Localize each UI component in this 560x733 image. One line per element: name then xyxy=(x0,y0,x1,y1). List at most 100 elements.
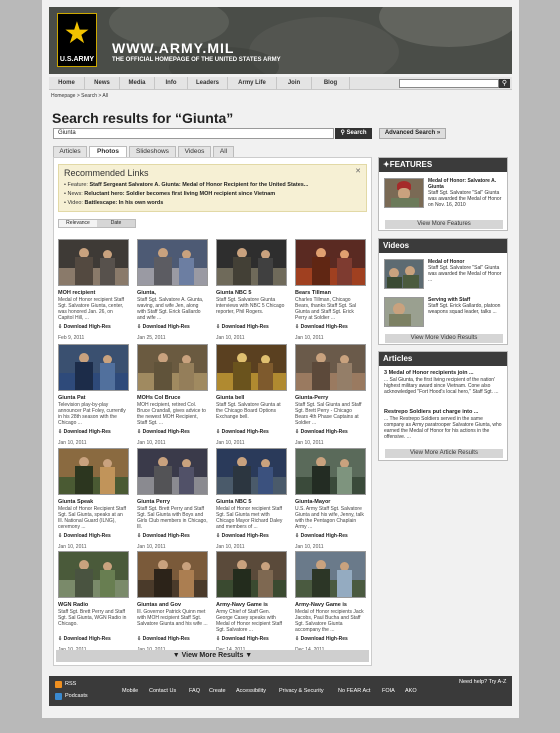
download-link[interactable]: ⇩ Download High-Res xyxy=(58,636,129,642)
download-link[interactable]: ⇩ Download High-Res xyxy=(137,636,208,642)
nav-army-life[interactable]: Army Life xyxy=(228,77,277,90)
photo-thumbnail[interactable] xyxy=(295,239,366,286)
army-logo[interactable]: ★ U.S.ARMY xyxy=(57,13,97,67)
photo-title[interactable]: Giunta NBC 5 xyxy=(216,499,287,506)
photo-title[interactable]: Giunta bell xyxy=(216,395,287,402)
download-link[interactable]: ⇩ Download High-Res xyxy=(216,636,287,642)
photo-title[interactable]: Army-Navy Game is xyxy=(216,602,287,609)
search-icon[interactable]: ⚲ xyxy=(499,79,510,88)
footer-link-create[interactable]: Create xyxy=(209,688,226,694)
download-link[interactable]: ⇩ Download High-Res xyxy=(137,324,208,330)
photo-title[interactable]: Giunta-Mayor xyxy=(295,499,366,506)
photo-thumbnail[interactable] xyxy=(58,239,129,286)
tab-all[interactable]: All xyxy=(213,146,234,157)
nav-blog[interactable]: Blog xyxy=(312,77,350,90)
photo-thumbnail[interactable] xyxy=(216,551,287,598)
photo-result: Giunta bell Staff Sgt. Salvatore Giunta a… xyxy=(216,344,287,446)
rss-link[interactable]: RSS xyxy=(65,681,76,687)
view-more-results-button[interactable]: ▼ View More Results ▼ xyxy=(56,650,369,662)
download-link[interactable]: ⇩ Download High-Res xyxy=(295,533,366,539)
rss-icon[interactable] xyxy=(55,681,62,688)
photo-thumbnail[interactable] xyxy=(216,448,287,495)
search-button[interactable]: ⚲ Search xyxy=(335,128,372,139)
download-link[interactable]: ⇩ Download High-Res xyxy=(295,324,366,330)
photo-thumbnail[interactable] xyxy=(58,344,129,391)
download-link[interactable]: ⇩ Download High-Res xyxy=(137,533,208,539)
photo-thumbnail[interactable] xyxy=(137,239,208,286)
photo-title[interactable]: Army-Navy Game is xyxy=(295,602,366,609)
nav-info[interactable]: Info xyxy=(155,77,188,90)
footer-link-privacy[interactable]: Privacy & Security xyxy=(279,688,324,694)
close-icon[interactable]: ✕ xyxy=(355,167,361,175)
download-link[interactable]: ⇩ Download High-Res xyxy=(295,636,366,642)
footer-link-faq[interactable]: FAQ xyxy=(189,688,200,694)
download-link[interactable]: ⇩ Download High-Res xyxy=(216,533,287,539)
view-more-features-button[interactable]: View More Features xyxy=(385,220,503,229)
download-link[interactable]: ⇩ Download High-Res xyxy=(137,429,208,435)
nav-leaders[interactable]: Leaders xyxy=(188,77,228,90)
photo-title[interactable]: Bears Tillman xyxy=(295,290,366,297)
photo-thumbnail[interactable] xyxy=(58,551,129,598)
tab-videos[interactable]: Videos xyxy=(178,146,211,157)
photo-thumbnail[interactable] xyxy=(295,448,366,495)
help-link[interactable]: Need help? Try A-Z xyxy=(459,679,506,685)
photo-title[interactable]: MOH recipient xyxy=(58,290,129,297)
tab-articles[interactable]: Articles xyxy=(53,146,87,157)
photo-title[interactable]: Giuntas and Gov xyxy=(137,602,208,609)
site-url-title[interactable]: WWW.ARMY.MIL xyxy=(112,40,234,56)
nav-home[interactable]: Home xyxy=(49,77,85,90)
photo-title[interactable]: Giunta NBC 5 xyxy=(216,290,287,297)
advanced-search-button[interactable]: Advanced Search » xyxy=(379,128,446,139)
nav-media[interactable]: Media xyxy=(120,77,155,90)
footer-link-accessibility[interactable]: Accessibility xyxy=(236,688,266,694)
photo-thumbnail[interactable] xyxy=(216,344,287,391)
recommended-link[interactable]: • News: Reluctant hero: Soldier becomes … xyxy=(64,190,361,199)
footer-link-ako[interactable]: AKO xyxy=(405,688,417,694)
photo-thumbnail[interactable] xyxy=(216,239,287,286)
footer-link-foia[interactable]: FOIA xyxy=(382,688,395,694)
photo-description: Staff Sgt. Sal Giunta and Staff Sgt. Bre… xyxy=(295,402,362,426)
download-link[interactable]: ⇩ Download High-Res xyxy=(216,324,287,330)
tab-slideshows[interactable]: Slideshows xyxy=(129,146,176,157)
photo-title[interactable]: Giunta-Perry xyxy=(295,395,366,402)
download-link[interactable]: ⇩ Download High-Res xyxy=(216,429,287,435)
photo-description: Medal of Honor recipient Staff Sgt. Sal … xyxy=(216,506,283,530)
view-more-videos-button[interactable]: View More Video Results xyxy=(385,334,503,343)
photo-thumbnail[interactable] xyxy=(137,551,208,598)
sort-date[interactable]: Date xyxy=(97,220,135,227)
footer-link-contact[interactable]: Contact Us xyxy=(149,688,176,694)
features-panel: ✦FEATURES Medal of Honor: Salvatore A. G… xyxy=(378,157,508,231)
breadcrumb[interactable]: Homepage > Search > All xyxy=(51,93,108,99)
photo-title[interactable]: MOHs Col Bruce xyxy=(137,395,208,402)
photo-title[interactable]: Giunta Pat xyxy=(58,395,129,402)
photo-title[interactable]: WGN Radio xyxy=(58,602,129,609)
download-link[interactable]: ⇩ Download High-Res xyxy=(58,324,129,330)
photo-title[interactable]: Giunta Speak xyxy=(58,499,129,506)
recommended-link[interactable]: • Feature: Staff Sergeant Salvatore A. G… xyxy=(64,181,361,190)
video-thumbnail[interactable] xyxy=(384,259,424,289)
photo-result: Giunta Perry Staff Sgt. Brett Perry and S… xyxy=(137,448,208,550)
download-link[interactable]: ⇩ Download High-Res xyxy=(58,429,129,435)
feature-thumbnail[interactable] xyxy=(384,178,424,208)
view-more-articles-button[interactable]: View More Article Results xyxy=(385,449,503,458)
download-link[interactable]: ⇩ Download High-Res xyxy=(58,533,129,539)
photo-thumbnail[interactable] xyxy=(137,448,208,495)
nav-news[interactable]: News xyxy=(85,77,120,90)
footer-link-nofear[interactable]: No FEAR Act xyxy=(338,688,370,694)
podcast-icon[interactable] xyxy=(55,693,62,700)
search-input[interactable]: Giunta xyxy=(53,128,334,139)
photo-thumbnail[interactable] xyxy=(295,551,366,598)
site-search-input[interactable] xyxy=(399,79,499,88)
nav-join[interactable]: Join xyxy=(277,77,312,90)
video-thumbnail[interactable] xyxy=(384,297,424,327)
photo-thumbnail[interactable] xyxy=(58,448,129,495)
photo-thumbnail[interactable] xyxy=(295,344,366,391)
download-link[interactable]: ⇩ Download High-Res xyxy=(295,429,366,435)
recommended-link[interactable]: • Video: Battlescape: In his own words xyxy=(64,199,361,208)
footer-link-mobile[interactable]: Mobile xyxy=(122,688,138,694)
photo-title[interactable]: Giunta, xyxy=(137,290,208,297)
photo-title[interactable]: Giunta Perry xyxy=(137,499,208,506)
sort-relevance[interactable]: Relevance xyxy=(59,220,97,227)
photo-thumbnail[interactable] xyxy=(137,344,208,391)
podcasts-link[interactable]: Podcasts xyxy=(65,693,88,699)
